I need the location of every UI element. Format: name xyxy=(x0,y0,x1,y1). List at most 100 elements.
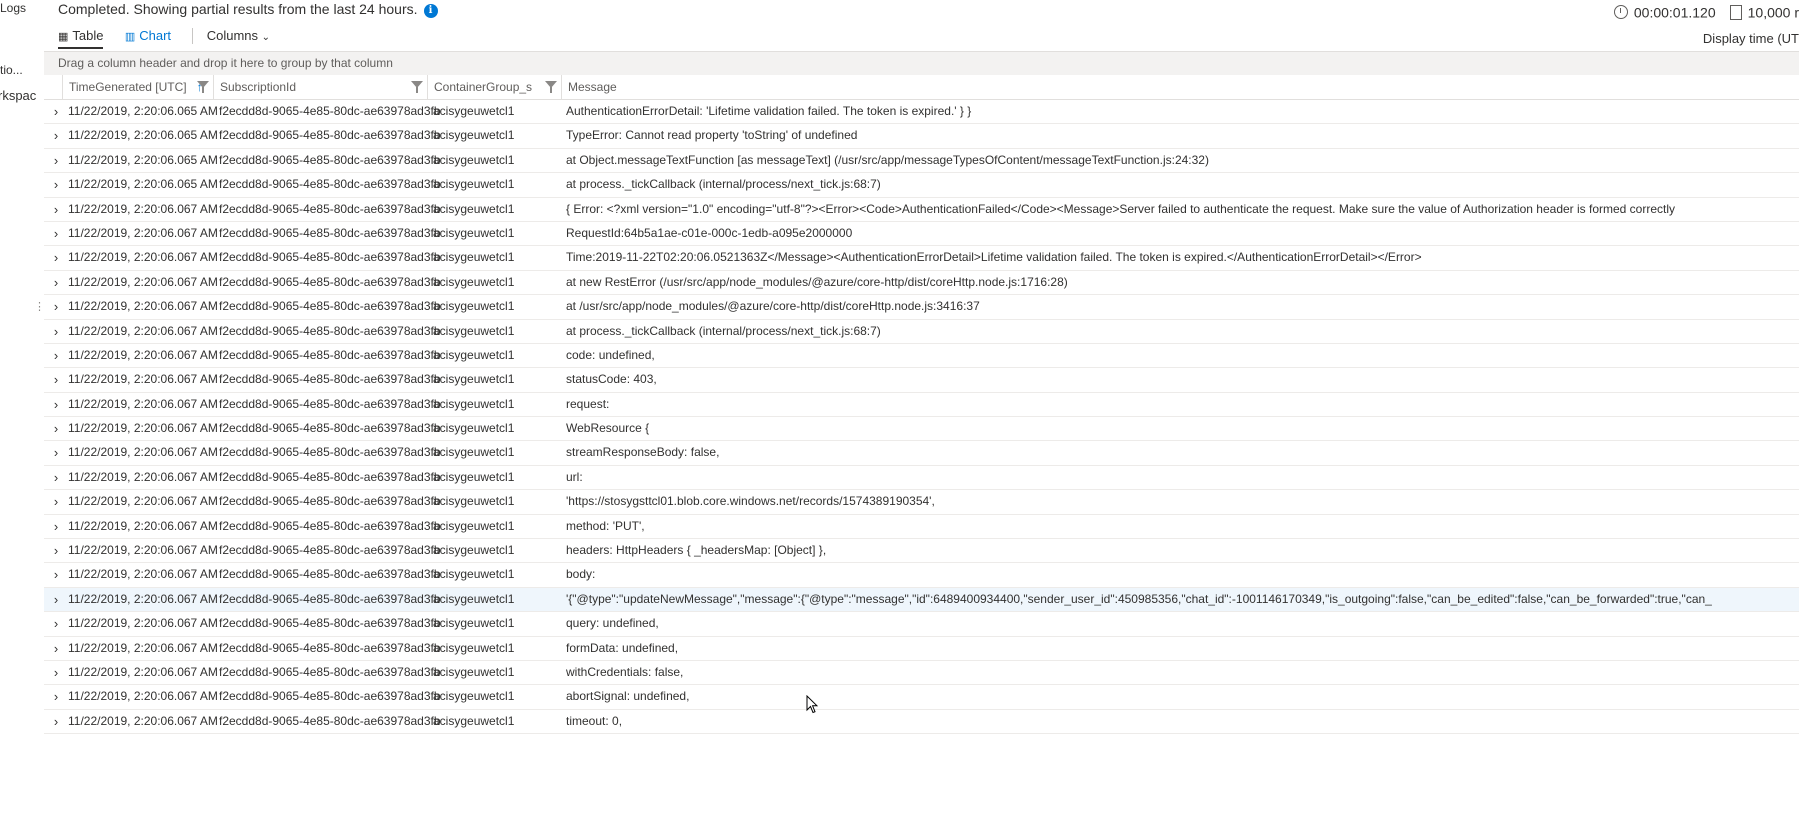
table-row[interactable]: › 11/22/2019, 2:20:06.067 AM f2ecdd8d-9065… xyxy=(44,710,1799,735)
filter-icon[interactable] xyxy=(545,81,557,93)
cell-subscription: f2ecdd8d-9065-4e85-80dc-ae63978ad3fb xyxy=(219,713,441,728)
cell-time: 11/22/2019, 2:20:06.067 AM xyxy=(68,323,218,338)
table-row[interactable]: › 11/22/2019, 2:20:06.067 AM f2ecdd8d-9065… xyxy=(44,393,1799,418)
table-row[interactable]: › 11/22/2019, 2:20:06.067 AM f2ecdd8d-9065… xyxy=(44,271,1799,296)
chevron-right-icon[interactable]: › xyxy=(49,124,63,147)
group-by-drop-zone[interactable]: Drag a column header and drop it here to… xyxy=(44,51,1799,75)
table-row[interactable]: › 11/22/2019, 2:20:06.067 AM f2ecdd8d-9065… xyxy=(44,612,1799,637)
column-header-label: Message xyxy=(568,80,617,94)
table-row[interactable]: › 11/22/2019, 2:20:06.067 AM f2ecdd8d-9065… xyxy=(44,661,1799,686)
columns-button[interactable]: Columns ⌄ xyxy=(207,28,270,47)
cell-container-group: acisygeuwetcl1 xyxy=(433,616,515,631)
chevron-right-icon[interactable]: › xyxy=(49,295,63,318)
cell-time: 11/22/2019, 2:20:06.065 AM xyxy=(68,152,218,167)
cell-message: at process._tickCallback (internal/proce… xyxy=(566,323,881,338)
chevron-right-icon[interactable]: › xyxy=(49,588,63,611)
chevron-right-icon[interactable]: › xyxy=(49,320,63,343)
tab-divider xyxy=(192,28,194,44)
chevron-right-icon[interactable]: › xyxy=(49,515,63,538)
clock-icon xyxy=(1613,5,1628,20)
nav-item-workspace[interactable]: rkspac xyxy=(0,88,36,103)
chevron-right-icon[interactable]: › xyxy=(49,198,63,221)
table-row[interactable]: › 11/22/2019, 2:20:06.067 AM f2ecdd8d-9065… xyxy=(44,685,1799,710)
column-header-containergroup[interactable]: ContainerGroup_s xyxy=(427,75,561,99)
chevron-right-icon[interactable]: › xyxy=(49,490,63,513)
view-tabs: ▦ Table ▥ Chart Columns ⌄ xyxy=(58,28,288,50)
table-row[interactable]: › 11/22/2019, 2:20:06.065 AM f2ecdd8d-9065… xyxy=(44,173,1799,198)
table-row[interactable]: › 11/22/2019, 2:20:06.067 AM f2ecdd8d-9065… xyxy=(44,587,1799,613)
cell-time: 11/22/2019, 2:20:06.067 AM xyxy=(68,616,218,631)
info-icon[interactable]: i xyxy=(423,4,438,18)
chevron-right-icon[interactable]: › xyxy=(49,685,63,708)
nav-item-truncated[interactable]: tio... xyxy=(0,63,23,77)
chevron-right-icon[interactable]: › xyxy=(49,368,63,391)
tab-table-label: Table xyxy=(72,28,104,43)
table-row[interactable]: › 11/22/2019, 2:20:06.067 AM f2ecdd8d-9065… xyxy=(44,295,1799,320)
chevron-right-icon[interactable]: › xyxy=(49,710,63,733)
table-row[interactable]: › 11/22/2019, 2:20:06.067 AM f2ecdd8d-9065… xyxy=(44,563,1799,588)
table-row[interactable]: › 11/22/2019, 2:20:06.067 AM f2ecdd8d-9065… xyxy=(44,637,1799,661)
table-row[interactable]: › 11/22/2019, 2:20:06.067 AM f2ecdd8d-9065… xyxy=(44,344,1799,369)
chevron-right-icon[interactable]: › xyxy=(49,393,63,416)
records-icon xyxy=(1729,4,1742,20)
table-row[interactable]: › 11/22/2019, 2:20:06.067 AM f2ecdd8d-9065… xyxy=(44,198,1799,222)
cell-message: formData: undefined, xyxy=(566,640,679,655)
table-row[interactable]: › 11/22/2019, 2:20:06.065 AM f2ecdd8d-9065… xyxy=(44,100,1799,125)
cell-container-group: acisygeuwetcl1 xyxy=(433,421,515,436)
column-header-message[interactable]: Message xyxy=(561,75,1799,99)
cell-message: RequestId:64b5a1ae-c01e-000c-1edb-a095e2… xyxy=(566,225,853,240)
cell-message: TypeError: Cannot read property 'toStrin… xyxy=(566,128,858,143)
table-row[interactable]: › 11/22/2019, 2:20:06.067 AM f2ecdd8d-9065… xyxy=(44,368,1799,393)
table-row[interactable]: › 11/22/2019, 2:20:06.067 AM f2ecdd8d-9065… xyxy=(44,222,1799,247)
query-duration: 00:00:01.120 xyxy=(1633,4,1716,21)
display-time-selector[interactable]: Display time (UT xyxy=(1703,31,1799,46)
chevron-right-icon[interactable]: › xyxy=(49,246,63,269)
table-row[interactable]: › 11/22/2019, 2:20:06.067 AM f2ecdd8d-9065… xyxy=(44,515,1799,540)
chevron-right-icon[interactable]: › xyxy=(49,173,63,196)
cell-subscription: f2ecdd8d-9065-4e85-80dc-ae63978ad3fb xyxy=(219,640,441,655)
tab-table[interactable]: ▦ Table xyxy=(58,28,104,49)
chevron-right-icon[interactable]: › xyxy=(49,539,63,562)
chevron-right-icon[interactable]: › xyxy=(49,612,63,635)
cell-message: abortSignal: undefined, xyxy=(566,689,690,704)
table-row[interactable]: › 11/22/2019, 2:20:06.065 AM f2ecdd8d-9065… xyxy=(44,149,1799,174)
chevron-right-icon[interactable]: › xyxy=(49,661,63,684)
chevron-right-icon[interactable]: › xyxy=(49,271,63,294)
cell-time: 11/22/2019, 2:20:06.067 AM xyxy=(68,201,218,216)
filter-icon[interactable] xyxy=(197,81,209,93)
column-header-timegenerated[interactable]: TimeGenerated [UTC] ↑ xyxy=(62,75,213,99)
table-row[interactable]: › 11/22/2019, 2:20:06.067 AM f2ecdd8d-9065… xyxy=(44,441,1799,466)
column-header-subscriptionid[interactable]: SubscriptionId xyxy=(213,75,427,99)
table-row[interactable]: › 11/22/2019, 2:20:06.067 AM f2ecdd8d-9065… xyxy=(44,417,1799,442)
table-row[interactable]: › 11/22/2019, 2:20:06.067 AM f2ecdd8d-9065… xyxy=(44,490,1799,515)
cell-time: 11/22/2019, 2:20:06.067 AM xyxy=(68,372,218,387)
cell-subscription: f2ecdd8d-9065-4e85-80dc-ae63978ad3fb xyxy=(219,494,441,509)
cell-message: statusCode: 403, xyxy=(566,372,657,387)
tab-chart[interactable]: ▥ Chart xyxy=(125,28,171,47)
cell-subscription: f2ecdd8d-9065-4e85-80dc-ae63978ad3fb xyxy=(219,128,441,143)
table-row[interactable]: › 11/22/2019, 2:20:06.067 AM f2ecdd8d-9065… xyxy=(44,320,1799,344)
chevron-right-icon[interactable]: › xyxy=(49,563,63,586)
cell-container-group: acisygeuwetcl1 xyxy=(433,567,515,582)
filter-icon[interactable] xyxy=(411,81,423,93)
cell-subscription: f2ecdd8d-9065-4e85-80dc-ae63978ad3fb xyxy=(219,543,441,558)
cell-container-group: acisygeuwetcl1 xyxy=(433,445,515,460)
table-row[interactable]: › 11/22/2019, 2:20:06.067 AM f2ecdd8d-9065… xyxy=(44,246,1799,271)
cell-subscription: f2ecdd8d-9065-4e85-80dc-ae63978ad3fb xyxy=(219,347,441,362)
table-row[interactable]: › 11/22/2019, 2:20:06.067 AM f2ecdd8d-9065… xyxy=(44,466,1799,491)
chevron-right-icon[interactable]: › xyxy=(49,100,63,123)
chevron-right-icon[interactable]: › xyxy=(49,417,63,440)
chevron-right-icon[interactable]: › xyxy=(49,149,63,172)
nav-item-logs[interactable]: Logs xyxy=(0,1,26,15)
chevron-right-icon[interactable]: › xyxy=(49,344,63,367)
cell-time: 11/22/2019, 2:20:06.067 AM xyxy=(68,689,218,704)
chevron-right-icon[interactable]: › xyxy=(49,222,63,245)
table-row[interactable]: › 11/22/2019, 2:20:06.067 AM f2ecdd8d-9065… xyxy=(44,539,1799,564)
table-row[interactable]: › 11/22/2019, 2:20:06.065 AM f2ecdd8d-9065… xyxy=(44,124,1799,149)
chevron-right-icon[interactable]: › xyxy=(49,466,63,489)
cell-container-group: acisygeuwetcl1 xyxy=(433,518,515,533)
cell-container-group: acisygeuwetcl1 xyxy=(433,494,515,509)
chevron-right-icon[interactable]: › xyxy=(49,637,63,660)
chevron-right-icon[interactable]: › xyxy=(49,441,63,464)
status-message: Completed. Showing partial results from … xyxy=(58,1,438,18)
